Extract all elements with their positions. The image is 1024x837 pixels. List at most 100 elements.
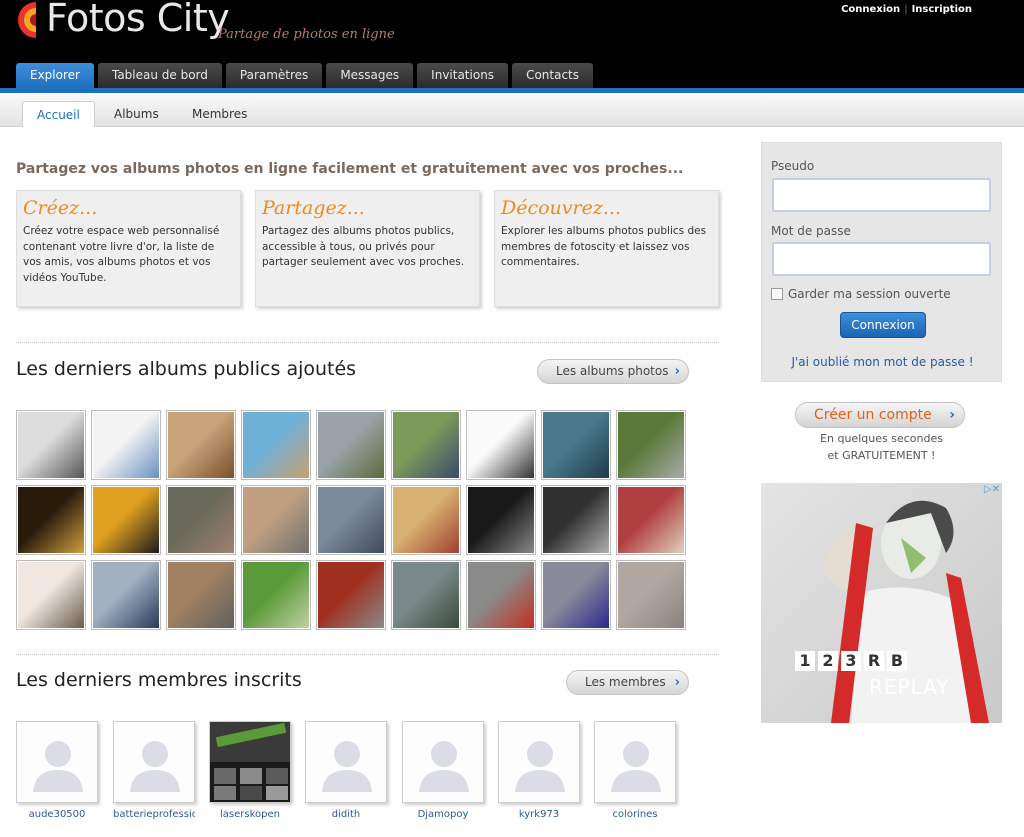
- login-submit-button[interactable]: Connexion: [840, 312, 926, 338]
- feature-title: Découvrez...: [501, 197, 621, 219]
- album-thumbnail[interactable]: [541, 485, 611, 555]
- albums-section-title: Les derniers albums publics ajoutés: [16, 358, 357, 380]
- member-card[interactable]: Djamopoy: [402, 721, 484, 820]
- ad-logo-char: R: [864, 651, 884, 671]
- top-links: Connexion | Inscription: [841, 4, 972, 15]
- album-thumbnail-image: [393, 412, 459, 478]
- member-card[interactable]: didith: [305, 721, 387, 820]
- members-button-label: Les membres: [585, 675, 666, 689]
- album-thumbnail-image: [243, 487, 309, 553]
- member-card[interactable]: batterieprofessionnelle: [113, 721, 195, 820]
- member-name[interactable]: batterieprofessionnelle: [113, 809, 195, 820]
- member-card[interactable]: kyrk973: [498, 721, 580, 820]
- member-name[interactable]: kyrk973: [498, 809, 580, 820]
- site-header: Fotos City Partage de photos en ligne Co…: [0, 0, 1024, 92]
- tab-invitations[interactable]: Invitations: [417, 63, 509, 88]
- album-thumbnail-image: [618, 487, 684, 553]
- password-label: Mot de passe: [771, 224, 851, 238]
- tab-explorer[interactable]: Explorer: [16, 63, 94, 88]
- member-name[interactable]: didith: [305, 809, 387, 820]
- album-thumbnail-image: [168, 487, 234, 553]
- albums-button[interactable]: Les albums photos ›: [537, 359, 689, 384]
- album-thumbnail[interactable]: [466, 560, 536, 630]
- album-thumbnail[interactable]: [241, 485, 311, 555]
- album-thumbnail[interactable]: [616, 560, 686, 630]
- remember-checkbox[interactable]: [771, 288, 783, 300]
- member-avatar: [209, 721, 291, 803]
- logo-text[interactable]: Fotos City: [46, 0, 230, 40]
- album-thumbnail-image: [393, 487, 459, 553]
- album-thumbnail[interactable]: [616, 410, 686, 480]
- album-thumbnail[interactable]: [466, 410, 536, 480]
- subtab-albums[interactable]: Albums: [100, 101, 173, 127]
- logo-tagline: Partage de photos en ligne: [218, 27, 395, 42]
- ad-logo-char: 1: [795, 651, 815, 671]
- tab-messages[interactable]: Messages: [326, 63, 414, 88]
- album-thumbnail[interactable]: [91, 560, 161, 630]
- album-thumbnail[interactable]: [316, 410, 386, 480]
- member-card[interactable]: colorines: [594, 721, 676, 820]
- subtab-membres[interactable]: Membres: [178, 101, 261, 127]
- album-thumbnail[interactable]: [541, 560, 611, 630]
- feature-text: Explorer les albums photos publics des m…: [501, 225, 707, 268]
- album-thumbnail[interactable]: [91, 485, 161, 555]
- password-input[interactable]: [772, 242, 991, 276]
- album-thumbnail-image: [543, 412, 609, 478]
- album-thumbnail[interactable]: [541, 410, 611, 480]
- album-thumbnail[interactable]: [166, 485, 236, 555]
- pseudo-label: Pseudo: [771, 159, 815, 173]
- chevron-right-icon: ›: [674, 364, 680, 379]
- album-thumbnail[interactable]: [16, 560, 86, 630]
- ad-logo: 1 2 3 R B: [795, 651, 907, 671]
- album-thumbnail-image: [468, 562, 534, 628]
- album-thumbnail-image: [318, 562, 384, 628]
- album-thumbnail[interactable]: [466, 485, 536, 555]
- forgot-password-link[interactable]: J'ai oublié mon mot de passe !: [762, 355, 1003, 369]
- album-thumbnail-image: [318, 412, 384, 478]
- tab-contacts[interactable]: Contacts: [512, 63, 594, 88]
- album-thumbnail[interactable]: [166, 410, 236, 480]
- member-name[interactable]: colorines: [594, 809, 676, 820]
- album-thumbnail[interactable]: [166, 560, 236, 630]
- create-account-note: En quelques secondes et GRATUITEMENT !: [761, 430, 1002, 464]
- album-thumbnail[interactable]: [316, 560, 386, 630]
- album-thumbnail[interactable]: [16, 410, 86, 480]
- album-thumbnail[interactable]: [616, 485, 686, 555]
- album-thumbnail[interactable]: [241, 410, 311, 480]
- tab-tableau-de-bord[interactable]: Tableau de bord: [97, 63, 222, 88]
- pseudo-input[interactable]: [772, 178, 991, 212]
- feature-title: Créez...: [23, 197, 98, 219]
- members-button[interactable]: Les membres ›: [566, 670, 689, 695]
- advertisement[interactable]: ▷✕ 1 2 3 R B REPLAY: [761, 483, 1002, 723]
- member-name[interactable]: Djamopoy: [402, 809, 484, 820]
- album-thumbnail[interactable]: [316, 485, 386, 555]
- album-thumbnail[interactable]: [391, 410, 461, 480]
- member-card[interactable]: aude30500: [16, 721, 98, 820]
- subtab-accueil[interactable]: Accueil: [22, 101, 95, 127]
- chevron-right-icon: ›: [949, 407, 955, 423]
- member-name[interactable]: aude30500: [16, 809, 98, 820]
- link-separator: |: [904, 4, 908, 15]
- albums-button-label: Les albums photos: [556, 364, 669, 378]
- member-avatar: [498, 721, 580, 803]
- person-silhouette-icon: [114, 722, 194, 802]
- member-avatar: [594, 721, 676, 803]
- album-thumbnail[interactable]: [16, 485, 86, 555]
- section-divider: [16, 654, 719, 655]
- member-name[interactable]: laserskopen: [209, 809, 291, 820]
- intro-text: Partagez vos albums photos en ligne faci…: [16, 161, 684, 177]
- album-thumbnail[interactable]: [391, 560, 461, 630]
- album-thumbnail[interactable]: [241, 560, 311, 630]
- album-thumbnail-image: [618, 412, 684, 478]
- tab-parametres[interactable]: Paramètres: [225, 63, 323, 88]
- members-section-title: Les derniers membres inscrits: [16, 669, 302, 691]
- album-thumbnail[interactable]: [391, 485, 461, 555]
- logo-icon: [18, 2, 36, 38]
- header-login-link[interactable]: Connexion: [841, 4, 900, 15]
- member-card[interactable]: laserskopen: [209, 721, 291, 820]
- create-account-button[interactable]: Créer un compte ›: [795, 402, 965, 428]
- album-thumbnail[interactable]: [91, 410, 161, 480]
- create-account-label: Créer un compte: [814, 407, 932, 423]
- ad-choices-icon[interactable]: ▷✕: [984, 484, 1000, 495]
- header-signup-link[interactable]: Inscription: [912, 4, 972, 15]
